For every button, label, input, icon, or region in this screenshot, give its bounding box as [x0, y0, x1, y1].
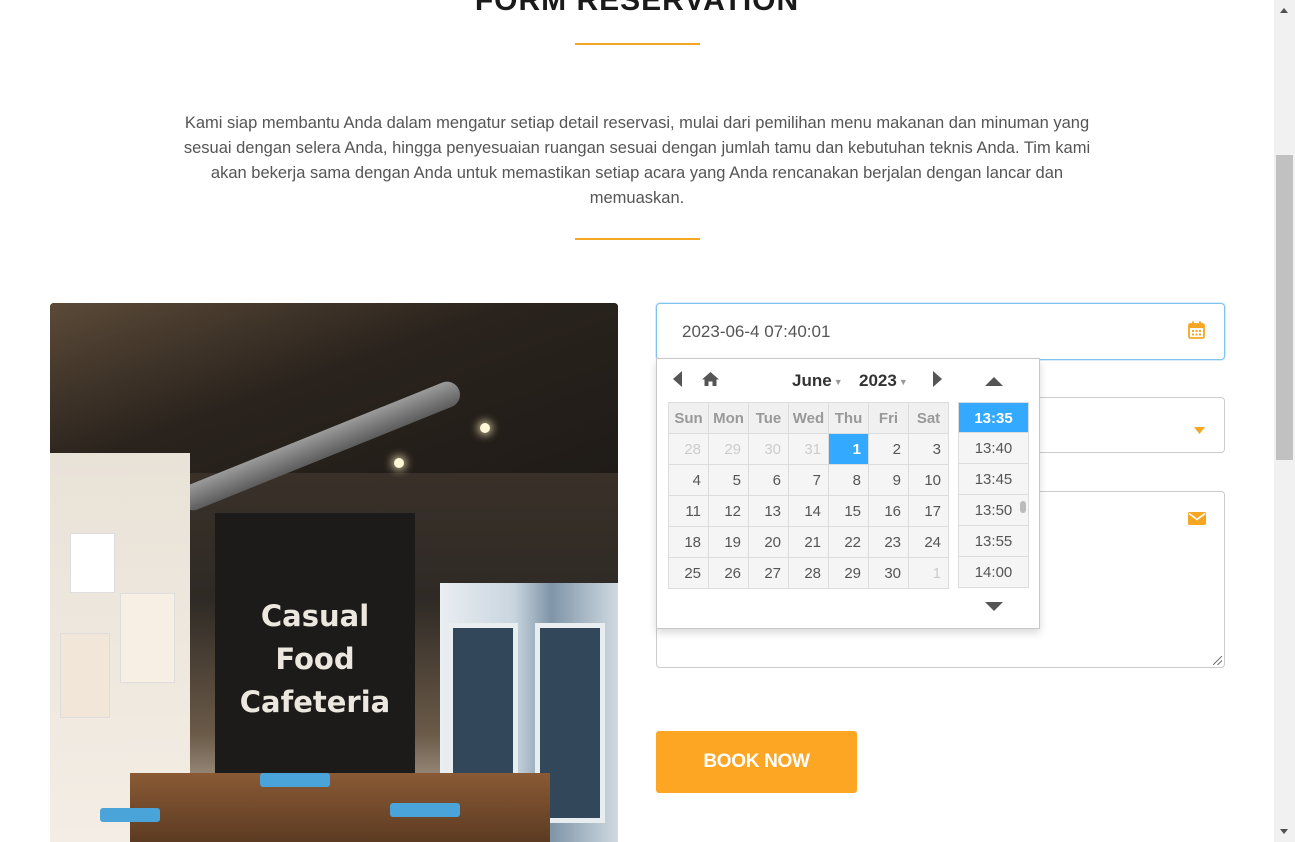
time-scroll-up-icon[interactable] [985, 377, 1003, 386]
day-cell[interactable]: 23 [868, 526, 909, 558]
day-cell[interactable]: 19 [708, 526, 749, 558]
title-divider-bottom [575, 238, 700, 240]
day-cell[interactable]: 1 [908, 557, 949, 589]
resize-grip[interactable] [1213, 656, 1222, 665]
weekday-header: Fri [868, 402, 909, 434]
scroll-up-arrow-icon[interactable] [1280, 8, 1288, 13]
month-select[interactable]: June ▼ [792, 371, 843, 391]
intro-paragraph: Kami siap membantu Anda dalam mengatur s… [183, 114, 1091, 207]
caret-down-icon: ▼ [833, 376, 843, 387]
day-cell[interactable]: 20 [748, 526, 789, 558]
book-now-button[interactable]: BOOK NOW [656, 731, 857, 793]
day-cell[interactable]: 31 [788, 433, 829, 465]
title-divider-top [575, 43, 700, 45]
day-cell[interactable]: 12 [708, 495, 749, 527]
datetime-input[interactable] [669, 304, 1169, 359]
day-cell[interactable]: 25 [668, 557, 709, 589]
time-scroll-down-icon[interactable] [985, 602, 1003, 611]
day-cell[interactable]: 6 [748, 464, 789, 496]
time-option[interactable]: 13:40 [958, 433, 1029, 464]
day-cell[interactable]: 26 [708, 557, 749, 589]
day-cell-selected[interactable]: 1 [828, 433, 869, 465]
weekday-row: Sun Mon Tue Wed Thu Fri Sat [668, 402, 949, 434]
week-row: 25 26 27 28 29 30 1 [668, 557, 949, 589]
photo-chair [390, 803, 460, 817]
weekday-header: Mon [708, 402, 749, 434]
calendar-icon[interactable] [1188, 321, 1205, 344]
day-cell[interactable]: 11 [668, 495, 709, 527]
year-select[interactable]: 2023 ▼ [859, 371, 908, 391]
year-label: 2023 [859, 371, 897, 390]
page-scrollbar[interactable] [1274, 0, 1295, 842]
day-cell[interactable]: 28 [788, 557, 829, 589]
time-option-selected[interactable]: 13:35 [958, 402, 1029, 433]
day-cell[interactable]: 10 [908, 464, 949, 496]
day-cell[interactable]: 29 [708, 433, 749, 465]
photo-lamp [480, 423, 490, 433]
calendar-grid: Sun Mon Tue Wed Thu Fri Sat 28 29 30 31 … [668, 402, 949, 589]
day-cell[interactable]: 15 [828, 495, 869, 527]
day-cell[interactable]: 16 [868, 495, 909, 527]
photo-table [130, 773, 550, 842]
day-cell[interactable]: 9 [868, 464, 909, 496]
day-cell[interactable]: 4 [668, 464, 709, 496]
day-cell[interactable]: 24 [908, 526, 949, 558]
day-cell[interactable]: 22 [828, 526, 869, 558]
photo-lamp [394, 458, 404, 468]
time-list: 13:35 13:40 13:45 13:50 13:55 14:00 [958, 402, 1029, 588]
day-cell[interactable]: 18 [668, 526, 709, 558]
day-cell[interactable]: 2 [868, 433, 909, 465]
triangle-left-icon[interactable] [672, 371, 684, 391]
day-cell[interactable]: 30 [868, 557, 909, 589]
photo-poster [70, 533, 115, 593]
weekday-header: Tue [748, 402, 789, 434]
week-row: 28 29 30 31 1 2 3 [668, 433, 949, 465]
time-option[interactable]: 13:50 [958, 495, 1029, 526]
time-scroll-thumb[interactable] [1020, 501, 1026, 513]
scroll-down-arrow-icon[interactable] [1280, 829, 1288, 834]
day-cell[interactable]: 8 [828, 464, 869, 496]
weekday-header: Sat [908, 402, 949, 434]
day-cell[interactable]: 3 [908, 433, 949, 465]
day-cell[interactable]: 13 [748, 495, 789, 527]
time-option[interactable]: 13:45 [958, 464, 1029, 495]
home-icon[interactable] [701, 371, 720, 391]
day-cell[interactable]: 29 [828, 557, 869, 589]
week-row: 18 19 20 21 22 23 24 [668, 526, 949, 558]
photo-sign: Casual Food Cafeteria [215, 595, 415, 724]
reservation-datetime-field[interactable] [656, 303, 1225, 360]
day-cell[interactable]: 7 [788, 464, 829, 496]
week-row: 11 12 13 14 15 16 17 [668, 495, 949, 527]
caret-down-icon[interactable] [1194, 421, 1205, 439]
month-label: June [792, 371, 832, 390]
time-option[interactable]: 13:55 [958, 526, 1029, 557]
day-cell[interactable]: 5 [708, 464, 749, 496]
photo-chair [100, 808, 160, 822]
day-cell[interactable]: 21 [788, 526, 829, 558]
envelope-icon [1188, 512, 1206, 530]
sign-line: Food [275, 642, 355, 676]
photo-chair [260, 773, 330, 787]
day-cell[interactable]: 30 [748, 433, 789, 465]
sign-line: Casual [260, 599, 370, 633]
caret-down-icon: ▼ [898, 376, 908, 387]
weekday-header: Sun [668, 402, 709, 434]
cafeteria-photo: Casual Food Cafeteria [50, 303, 618, 842]
week-row: 4 5 6 7 8 9 10 [668, 464, 949, 496]
weekday-header: Wed [788, 402, 829, 434]
weekday-header: Thu [828, 402, 869, 434]
triangle-right-icon[interactable] [931, 371, 943, 391]
sign-line: Cafeteria [239, 685, 391, 719]
time-option[interactable]: 14:00 [958, 557, 1029, 588]
photo-poster [120, 593, 175, 683]
day-cell[interactable]: 27 [748, 557, 789, 589]
scroll-thumb[interactable] [1276, 155, 1293, 460]
photo-poster [60, 633, 110, 718]
day-cell[interactable]: 28 [668, 433, 709, 465]
page-title: FORM RESERVATION [474, 0, 800, 17]
day-cell[interactable]: 17 [908, 495, 949, 527]
day-cell[interactable]: 14 [788, 495, 829, 527]
datetime-picker: June ▼ 2023 ▼ Sun Mon Tue Wed Thu Fri Sat … [656, 358, 1040, 629]
